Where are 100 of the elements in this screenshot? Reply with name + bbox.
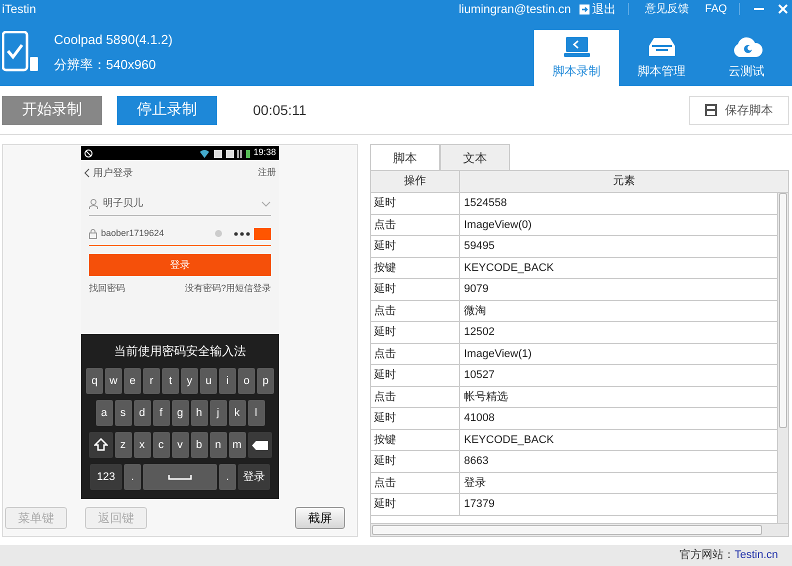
keyboard-key[interactable]: 123 (90, 464, 122, 490)
table-cell: 点击 (371, 386, 460, 407)
keyboard-key[interactable]: q (86, 368, 103, 394)
back-icon (84, 168, 90, 178)
table-cell: 点击 (371, 472, 460, 493)
space-key[interactable] (143, 464, 217, 490)
keyboard-key[interactable]: d (134, 400, 150, 426)
shift-icon (94, 438, 108, 452)
lock-icon (89, 228, 97, 238)
keyboard-title: 当前使用密码安全输入法 (114, 343, 246, 360)
vertical-scrollbar[interactable] (777, 193, 788, 523)
keyboard-key[interactable]: e (124, 368, 141, 394)
forgot-password-link[interactable]: 找回密码 (89, 282, 125, 296)
dots-icon (234, 232, 250, 236)
table-cell: 延时 (371, 236, 460, 256)
table-cell: 点击 (371, 344, 460, 364)
user-email: liumingran@testin.cn (458, 1, 571, 18)
device-resolution: 分辨率：540x960 (54, 56, 157, 74)
logout-icon (578, 4, 590, 14)
nav-tab[interactable]: 云测试 (704, 30, 789, 86)
horizontal-scrollbar[interactable] (371, 523, 788, 536)
table-cell: 按键 (371, 430, 460, 450)
blocked-icon (84, 148, 93, 158)
save-script-button[interactable]: 保存脚本 (689, 96, 789, 124)
table-cell-text: 10527 (463, 368, 496, 383)
website-link[interactable]: Testin.cn (734, 547, 778, 564)
monitor-icon (564, 36, 590, 58)
script-tab[interactable]: 文本 (440, 144, 510, 170)
table-cell-text: KEYCODE_BACK (463, 260, 555, 276)
register-link[interactable]: 注册 (258, 166, 276, 180)
table-cell: 点击 (371, 214, 460, 235)
keyboard-key[interactable]: j (210, 400, 226, 426)
keyboard-key[interactable]: l (248, 400, 264, 426)
keyboard-key[interactable]: 登录 (238, 464, 270, 490)
keyboard-key[interactable]: a (96, 400, 112, 426)
phone-check-icon (2, 31, 40, 73)
status-time: 19:38 (253, 146, 276, 160)
table-cell-text: KEYCODE_BACK (463, 432, 555, 448)
table-cell-text: 8663 (463, 454, 490, 469)
keyboard-key[interactable]: u (200, 368, 217, 394)
toggle-swatch[interactable] (254, 228, 271, 240)
status-icons (200, 148, 250, 158)
shift-key[interactable] (88, 432, 112, 458)
table-cell-text: 12502 (463, 325, 496, 340)
clear-icon (215, 230, 222, 237)
backspace-key[interactable] (248, 432, 272, 458)
keyboard-key[interactable]: i (219, 368, 236, 394)
keyboard-key[interactable]: k (228, 400, 246, 426)
table-cell-text: ImageView(0) (463, 218, 533, 232)
keyboard-key[interactable]: b (190, 432, 208, 458)
keyboard-key[interactable]: t (162, 368, 179, 394)
keyboard-key[interactable]: r (143, 368, 160, 394)
table-cell: 点击 (371, 300, 460, 321)
table-cell: 延时 (371, 365, 460, 386)
column-header: 操作 (371, 171, 460, 192)
person-icon (89, 198, 98, 208)
table-cell: 延时 (371, 494, 460, 514)
logout-link[interactable]: 退出 (578, 0, 616, 18)
table-cell-text: 17379 (463, 497, 496, 512)
keyboard-key[interactable]: p (257, 368, 274, 394)
keyboard-key[interactable]: f (152, 400, 170, 426)
nav-tab[interactable]: 脚本录制 (534, 30, 619, 86)
keyboard-key[interactable]: z (114, 432, 132, 458)
keyboard-key[interactable]: w (105, 368, 122, 394)
device-name: Coolpad 5890(4.1.2) (54, 30, 173, 49)
keyboard-key[interactable]: . (124, 464, 141, 490)
table-cell-text: 帐号精选 (463, 390, 509, 404)
table-cell: 延时 (371, 451, 460, 472)
username-field[interactable]: 明子贝儿 (89, 192, 271, 216)
header-link[interactable]: FAQ (700, 0, 731, 18)
screen-title: 用户登录 (93, 166, 133, 180)
sms-login-link[interactable]: 没有密码?用短信登录 (184, 282, 271, 296)
table-cell: 延时 (371, 193, 460, 214)
stop-recording-button[interactable]: 停止录制 (117, 96, 217, 124)
keyboard-key[interactable]: y (181, 368, 198, 394)
keyboard-key[interactable]: m (228, 432, 246, 458)
header-link[interactable]: 意见反馈 (640, 0, 693, 18)
keyboard-key[interactable]: c (152, 432, 170, 458)
keyboard-key[interactable]: n (210, 432, 226, 458)
table-cell-text: 登录 (463, 476, 487, 490)
password-field[interactable]: baober1719624 (89, 222, 271, 246)
keyboard-key[interactable]: o (238, 368, 255, 394)
recording-timer: 00:05:11 (253, 100, 306, 120)
nav-tab[interactable]: 脚本管理 (619, 30, 704, 86)
script-tab[interactable]: 脚本 (370, 144, 440, 170)
keyboard-key[interactable]: g (172, 400, 188, 426)
login-button[interactable]: 登录 (89, 254, 271, 276)
table-cell-text: 微淘 (463, 304, 487, 318)
table-cell: 延时 (371, 322, 460, 342)
close-icon[interactable] (778, 4, 788, 14)
device-key-button[interactable]: 截屏 (295, 507, 345, 529)
floppy-icon (705, 104, 717, 116)
keyboard-key[interactable]: s (114, 400, 132, 426)
backspace-icon (252, 440, 268, 450)
keyboard-key[interactable]: v (172, 432, 188, 458)
keyboard-key[interactable]: h (190, 400, 208, 426)
window-title: iTestin (1, 1, 36, 18)
keyboard-key[interactable]: . (219, 464, 236, 490)
keyboard-key[interactable]: x (134, 432, 150, 458)
table-cell: 按键 (371, 258, 460, 278)
